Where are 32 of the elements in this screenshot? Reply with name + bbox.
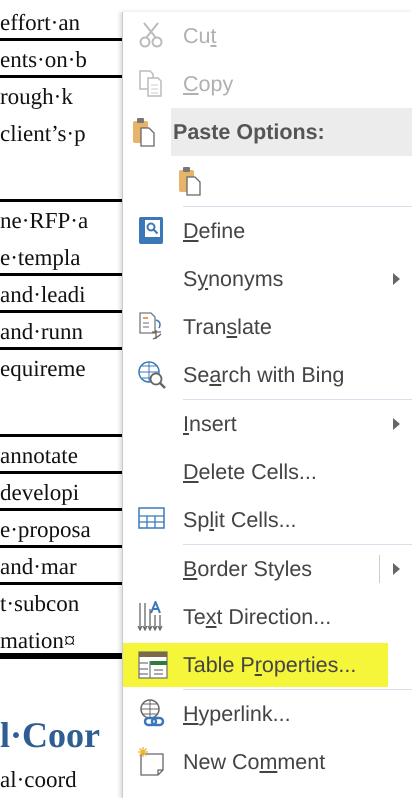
menu-item[interactable]: Table Properties... [123, 643, 388, 687]
document-text: client’s·p [0, 120, 87, 146]
document-text: rough·k [0, 84, 74, 110]
document-text: ents·on·b [0, 46, 88, 72]
clipboard-icon [177, 165, 203, 197]
document-text: e·proposa [0, 516, 92, 542]
menu-item[interactable]: Split Cells... [123, 496, 412, 544]
table-properties-icon [137, 649, 169, 681]
menu-item[interactable]: Text Direction... [123, 593, 412, 641]
document-text: t·subcon [0, 590, 80, 616]
menu-item[interactable]: Translate [123, 303, 412, 351]
document-text: annotate [0, 442, 79, 468]
menu-item[interactable]: Search with Bing [123, 351, 412, 399]
document-text: effort·an [0, 10, 82, 36]
document-text: and·leadi [0, 282, 87, 308]
document-text: mation¤ [0, 628, 76, 654]
menu-item[interactable]: Define [123, 207, 412, 255]
menu-item[interactable]: Border Styles [123, 545, 412, 593]
menu-section-title: Paste Options: [171, 108, 412, 156]
document-heading: l·Coor [0, 714, 101, 756]
document-text: al·coord [0, 766, 78, 792]
document-text: equireme [0, 356, 87, 382]
menu-item[interactable]: New Comment [123, 738, 412, 786]
menu-item[interactable]: Hyperlink... [123, 690, 412, 738]
menu-item[interactable]: Synonyms [123, 255, 412, 303]
document-text: and·runn [0, 318, 84, 344]
document-text: and·mar [0, 554, 78, 580]
menu-item[interactable]: Insert [123, 400, 412, 448]
menu-item[interactable]: Delete Cells... [123, 448, 412, 496]
document-text: developi [0, 480, 80, 506]
document-text: e·templa [0, 244, 82, 270]
document-text: ne·RFP·a [0, 208, 90, 234]
